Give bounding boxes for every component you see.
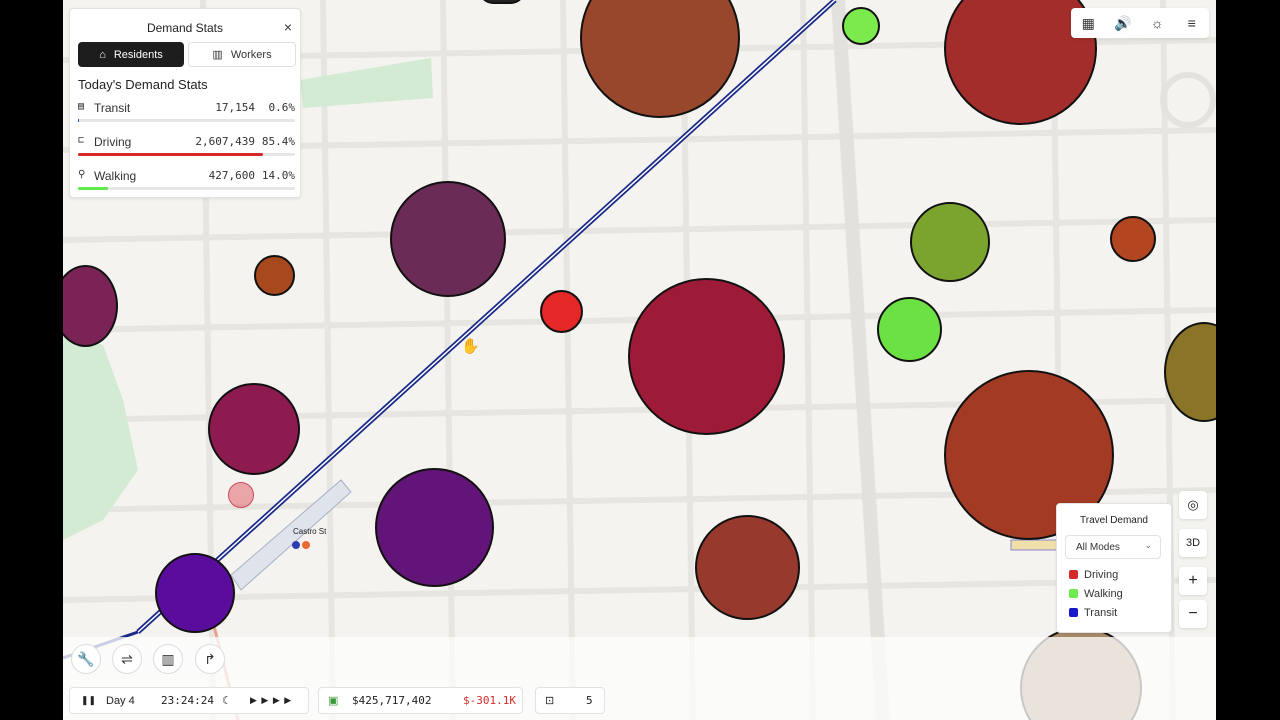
walking-icon: ⚲ <box>78 169 86 180</box>
theme-icon[interactable]: ☼ <box>1140 8 1175 38</box>
demand-bubble[interactable] <box>155 553 235 633</box>
progress-fill <box>78 187 109 190</box>
house-icon: ⌂ <box>99 48 106 61</box>
tab-residents[interactable]: ⌂ Residents <box>78 42 184 67</box>
demand-bubble[interactable] <box>1110 216 1156 262</box>
balance-delta: $-301.1K <box>463 694 516 707</box>
tab-label: Workers <box>230 48 272 61</box>
chevron-down-icon: ⌄ <box>1144 540 1152 550</box>
station-marker[interactable] <box>292 536 310 554</box>
travel-demand-legend: Travel Demand All Modes ⌄ Driving Walkin… <box>1056 503 1172 633</box>
routes-icon[interactable]: ⇌ <box>112 644 142 674</box>
money-display: ▣ $425,717,402 $-301.1K <box>318 687 523 714</box>
car-icon: ⊏ <box>78 135 85 146</box>
hand-cursor-icon: ✋ <box>461 338 480 355</box>
mode-percent: 85.4% <box>261 135 295 148</box>
legend-label: Driving <box>1084 569 1119 581</box>
tab-workers[interactable]: ▥ Workers <box>188 42 296 67</box>
mode-value: 2,607,439 <box>195 135 255 148</box>
demand-bubble[interactable] <box>540 290 583 333</box>
time-controls: ❚❚ Day 4 23:24:24 ☾ ▶ ▶ ▶ ▶ <box>69 687 309 714</box>
demand-bubble[interactable] <box>208 383 300 475</box>
zoom-out-button[interactable]: − <box>1179 600 1207 628</box>
legend-swatch <box>1069 570 1078 579</box>
legend-swatch <box>1069 589 1078 598</box>
map-icon[interactable]: ▦ <box>1071 8 1106 38</box>
select-value: All Modes <box>1076 541 1120 553</box>
mode-value: 17,154 <box>215 101 255 114</box>
legend-label: Transit <box>1084 607 1118 619</box>
top-controls: ▦ 🔊 ☼ ≡ <box>1071 8 1209 38</box>
tab-label: Residents <box>113 48 163 61</box>
demand-bubble[interactable] <box>628 278 785 435</box>
demand-bubble[interactable] <box>910 202 990 282</box>
demand-bubble <box>228 482 254 508</box>
money-icon: ▣ <box>328 695 339 707</box>
day-label: Day 4 <box>106 694 135 707</box>
progress-track <box>78 187 295 190</box>
demand-bubble[interactable] <box>877 297 942 362</box>
legend-item-driving: Driving <box>1069 569 1118 581</box>
speed-icons[interactable]: ▶ ▶ ▶ ▶ <box>250 695 292 706</box>
mode-label: Driving <box>94 135 132 149</box>
progress-track <box>78 153 295 156</box>
mode-label: Walking <box>94 169 137 183</box>
demand-bubble[interactable] <box>390 181 506 297</box>
train-count: 5 <box>586 694 593 707</box>
train-icon: ⊡ <box>545 695 555 707</box>
balance-value: $425,717,402 <box>352 694 432 707</box>
sound-icon[interactable]: 🔊 <box>1106 8 1141 38</box>
mode-label: Transit <box>94 101 131 115</box>
chart-icon[interactable]: ▥ <box>153 644 183 674</box>
legend-item-transit: Transit <box>1069 607 1117 619</box>
train-icon: ▤ <box>78 101 85 112</box>
wrench-icon[interactable]: 🔧 <box>71 644 101 674</box>
close-icon[interactable]: × <box>284 19 292 35</box>
pause-icon[interactable]: ❚❚ <box>81 695 96 706</box>
demand-bubble[interactable] <box>842 7 880 45</box>
train-count-display: ⊡ 5 <box>535 687 605 714</box>
legend-swatch <box>1069 608 1078 617</box>
menu-icon[interactable]: ≡ <box>1175 8 1210 38</box>
zoom-in-button[interactable]: + <box>1179 567 1207 595</box>
mode-percent: 14.0% <box>261 169 295 182</box>
panel-title: Demand Stats <box>146 21 224 35</box>
mode-value: 427,600 <box>208 169 255 182</box>
progress-track <box>78 119 295 122</box>
stats-heading: Today's Demand Stats <box>78 77 208 92</box>
redo-icon[interactable]: ↱ <box>195 644 225 674</box>
building-icon: ▥ <box>212 49 223 61</box>
mode-percent: 0.6% <box>268 101 296 114</box>
legend-title: Travel Demand <box>1080 515 1148 526</box>
moon-icon: ☾ <box>222 695 232 707</box>
station-label: Castro St <box>293 527 327 536</box>
demand-bubble[interactable] <box>254 255 295 296</box>
mode-select[interactable]: All Modes ⌄ <box>1065 535 1161 559</box>
compass-icon[interactable]: ◎ <box>1179 491 1207 519</box>
legend-label: Walking <box>1084 588 1123 600</box>
progress-fill <box>78 153 264 156</box>
clock-time: 23:24:24 <box>161 694 214 707</box>
legend-item-walking: Walking <box>1069 588 1123 600</box>
view-3d-button[interactable]: 3D <box>1179 529 1207 557</box>
demand-bubble[interactable] <box>695 515 800 620</box>
demand-bubble[interactable] <box>375 468 494 587</box>
progress-fill <box>78 119 80 122</box>
demand-stats-panel: Demand Stats × ⌂ Residents ▥ Workers Tod… <box>69 8 301 198</box>
